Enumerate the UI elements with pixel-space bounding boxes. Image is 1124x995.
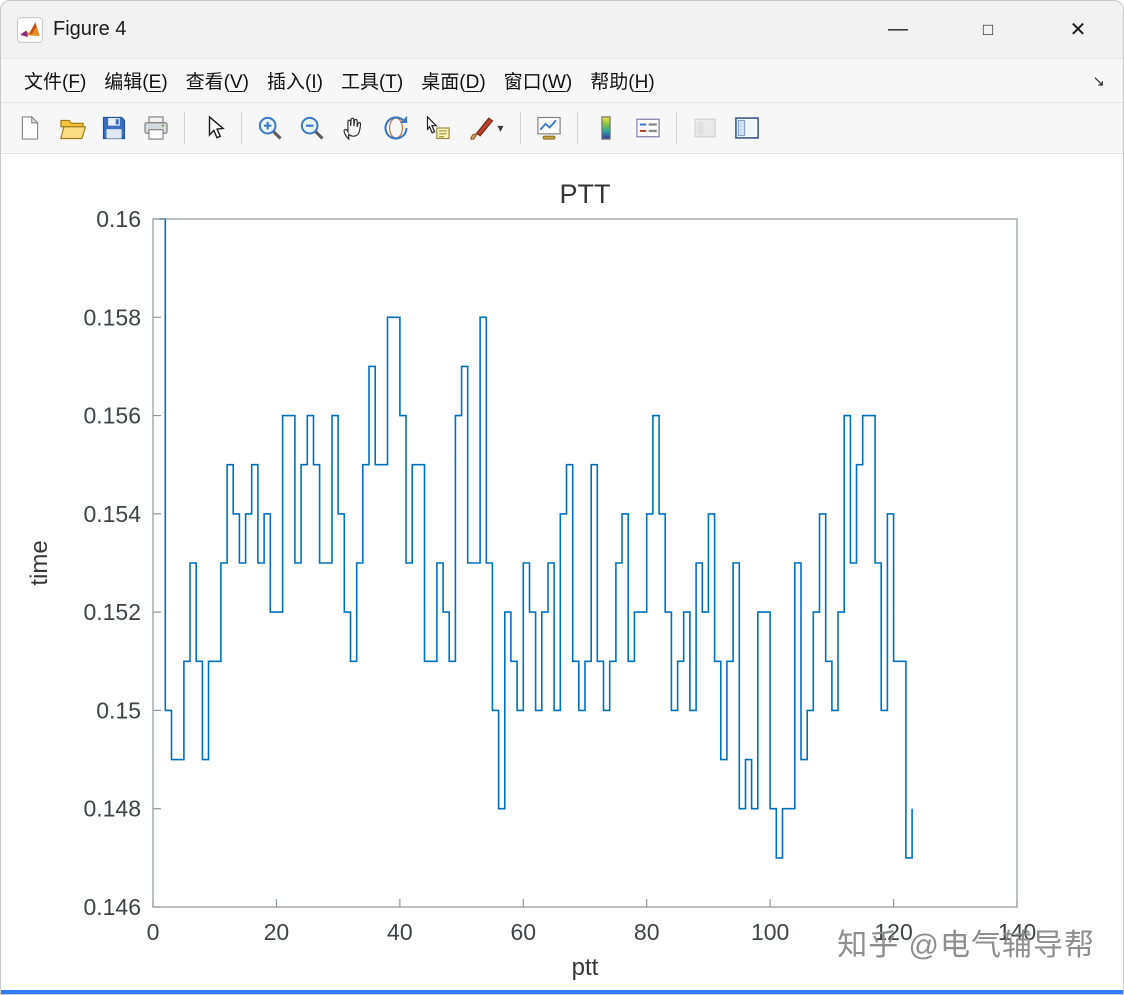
legend-icon: [634, 114, 662, 142]
edit-plot-button[interactable]: [192, 107, 234, 149]
toolbar-separator: [184, 112, 185, 144]
new-document-icon: [16, 114, 44, 142]
y-tick-label: 0.154: [83, 501, 141, 527]
menu-help[interactable]: 帮助(H): [581, 63, 663, 98]
toolbar: ▾: [1, 102, 1123, 154]
menu-window[interactable]: 窗口(W): [495, 63, 582, 98]
menu-edit[interactable]: 编辑(E): [95, 63, 176, 98]
figure-window: Figure 4 — □ ✕ 文件(F) 编辑(E) 查看(V) 插入(I) 工具(T)…: [0, 0, 1124, 995]
x-tick-label: 100: [751, 919, 789, 945]
save-figure-button[interactable]: [93, 107, 135, 149]
toolbar-separator: [241, 112, 242, 144]
zoom-out-icon: [298, 114, 326, 142]
menu-items: 文件(F) 编辑(E) 查看(V) 插入(I) 工具(T) 桌面(D) 窗口(W) 帮助(H): [15, 63, 664, 98]
x-tick-label: 40: [387, 919, 413, 945]
plot-svg: 0 20 40 60 80 100 120 1400.1460.1480.150.1520.1…: [26, 179, 1036, 981]
show-plot-tools-button[interactable]: [726, 107, 768, 149]
insert-colorbar-button[interactable]: [585, 107, 627, 149]
y-tick-label: 0.156: [83, 403, 141, 429]
print-icon: [142, 114, 170, 142]
minimize-button[interactable]: —: [853, 1, 943, 58]
toolbar-separator: [676, 112, 677, 144]
matlab-icon: [17, 16, 43, 43]
zoom-in-button[interactable]: [249, 107, 291, 149]
x-tick-label: 80: [634, 919, 660, 945]
rotate-3d-icon: [382, 114, 410, 142]
zoom-out-button[interactable]: [291, 107, 333, 149]
y-tick-label: 0.152: [83, 599, 141, 625]
pan-button[interactable]: [333, 107, 375, 149]
print-figure-button[interactable]: [135, 107, 177, 149]
menu-insert[interactable]: 插入(I): [258, 63, 332, 98]
menu-desktop[interactable]: 桌面(D): [412, 63, 494, 98]
y-tick-label: 0.15: [96, 697, 141, 723]
pointer-icon: [199, 114, 227, 142]
brush-dropdown-caret[interactable]: ▾: [497, 121, 503, 135]
y-tick-label: 0.148: [83, 796, 141, 822]
watermark: 知乎 @电气辅导帮: [837, 929, 1095, 962]
colorbar-icon: [592, 114, 620, 142]
y-tick-label: 0.146: [83, 894, 141, 920]
show-plot-tools-icon: [733, 114, 761, 142]
x-tick-label: 60: [510, 919, 536, 945]
data-cursor-icon: [424, 114, 452, 142]
link-plot-icon: [535, 114, 563, 142]
bottom-strip: [1, 990, 1123, 994]
x-tick-label: 0: [147, 919, 160, 945]
menu-bar: 文件(F) 编辑(E) 查看(V) 插入(I) 工具(T) 桌面(D) 窗口(W) 帮助(H)…: [1, 58, 1123, 102]
toolbar-separator: [520, 112, 521, 144]
menu-tools[interactable]: 工具(T): [332, 63, 412, 98]
title-bar[interactable]: Figure 4 — □ ✕: [1, 1, 1123, 58]
save-icon: [100, 114, 128, 142]
figure-area: 0 20 40 60 80 100 120 140 0.146 0.148 0.15 0.152 0.1…: [1, 154, 1123, 990]
y-tick-label: 0.158: [83, 304, 141, 330]
pan-hand-icon: [340, 114, 368, 142]
data-cursor-button[interactable]: [417, 107, 459, 149]
window-controls: — □ ✕: [853, 1, 1123, 58]
x-tick-label: 20: [264, 919, 290, 945]
plot-title: PTT: [560, 179, 611, 209]
dock-figure-arrow[interactable]: ↘: [1092, 72, 1109, 90]
close-button[interactable]: ✕: [1033, 1, 1123, 58]
y-axis-label: time: [26, 540, 53, 585]
zoom-in-icon: [256, 114, 284, 142]
brush-data-button[interactable]: ▾: [459, 107, 513, 149]
menu-file[interactable]: 文件(F): [15, 63, 95, 98]
link-plot-button[interactable]: [528, 107, 570, 149]
toolbar-separator: [577, 112, 578, 144]
x-axis-label: ptt: [572, 954, 599, 981]
insert-legend-button[interactable]: [627, 107, 669, 149]
new-figure-button[interactable]: [9, 107, 51, 149]
menu-view[interactable]: 查看(V): [177, 63, 258, 98]
window-title: Figure 4: [53, 18, 127, 40]
brush-icon: [468, 114, 496, 142]
maximize-button[interactable]: □: [943, 1, 1033, 58]
hide-plot-tools-icon: [691, 114, 719, 142]
hide-plot-tools-button[interactable]: [684, 107, 726, 149]
open-file-button[interactable]: [51, 107, 93, 149]
rotate-3d-button[interactable]: [375, 107, 417, 149]
open-folder-icon: [58, 114, 86, 142]
y-tick-label: 0.16: [96, 206, 141, 232]
